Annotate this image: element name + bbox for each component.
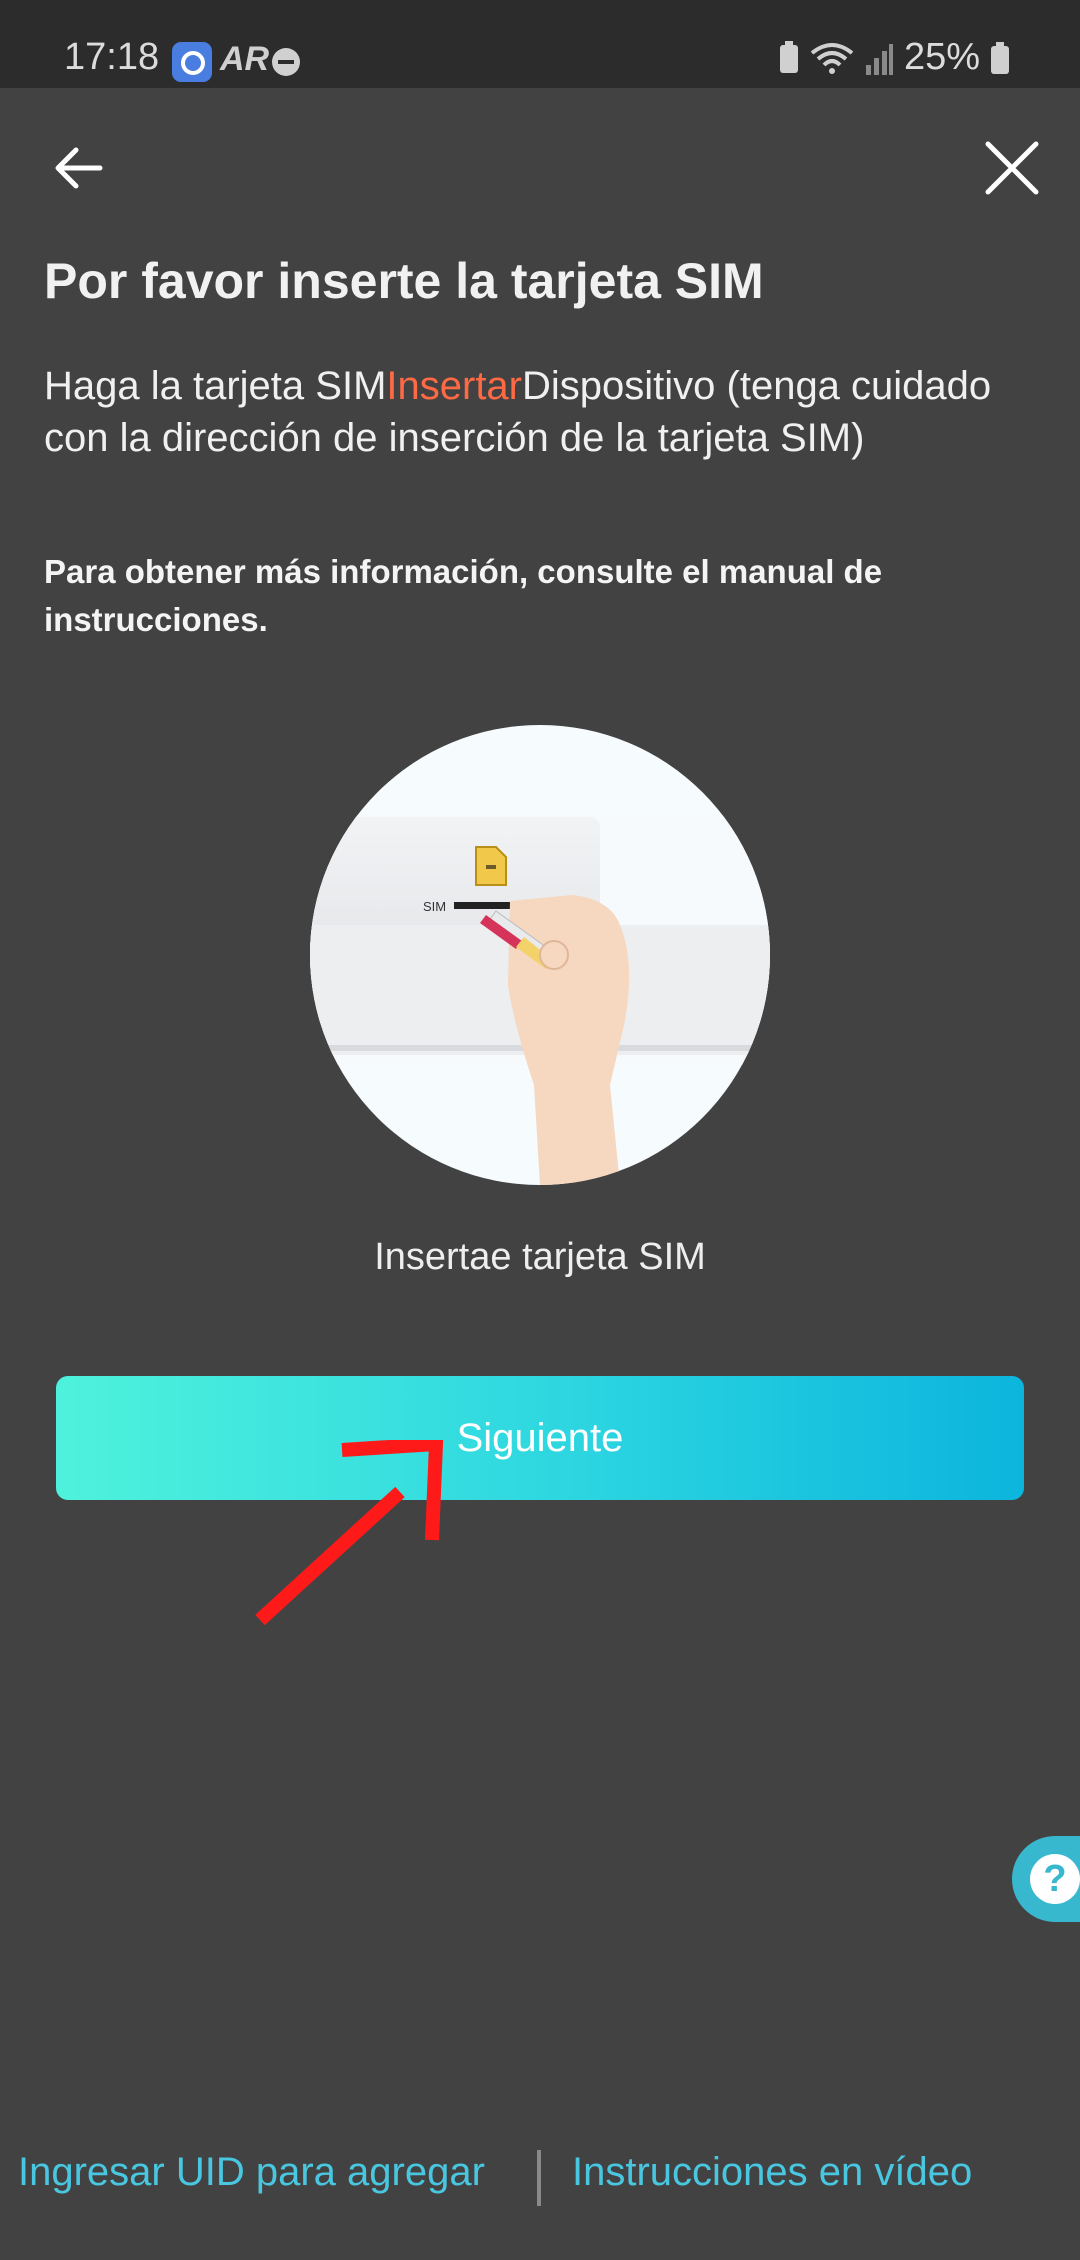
footer-divider [537, 2150, 541, 2206]
sim-insert-illustration: SIM [310, 725, 770, 1185]
ar-notification-icon: AR [220, 40, 270, 78]
sim-insert-screen: 17:18 AR 25% Por favor inserte la tarjet… [0, 0, 1080, 2260]
question-icon: ? [1030, 1854, 1080, 1904]
illustration-caption: Insertae tarjeta SIM [374, 1236, 706, 1278]
instruction-highlight: Insertar [386, 364, 522, 408]
red-arrow-annotation [255, 1440, 444, 1626]
battery-icon [991, 41, 1009, 74]
instruction-prefix: Haga la tarjeta SIM [44, 364, 387, 408]
footer-links: Ingresar UID para agregar Instrucciones … [0, 2150, 1080, 2220]
signal-icon [865, 43, 893, 75]
next-button[interactable]: Siguiente [56, 1376, 1024, 1500]
app-notification-icon [172, 42, 212, 82]
arrow-left-icon[interactable] [50, 140, 106, 196]
enter-uid-link[interactable]: Ingresar UID para agregar [18, 2150, 485, 2195]
illustration-sim-label: SIM [423, 899, 446, 914]
wifi-icon [810, 42, 854, 74]
status-right-group: 25% [778, 36, 1010, 79]
battery-saver-icon [779, 40, 798, 73]
status-bar: 17:18 AR 25% [0, 0, 1080, 88]
page-title: Por favor inserte la tarjeta SIM [44, 253, 764, 309]
close-icon[interactable] [982, 138, 1042, 198]
battery-percentage: 25% [903, 36, 980, 78]
help-button[interactable]: ? [1012, 1836, 1080, 1922]
manual-note: Para obtener más información, consulte e… [44, 553, 883, 638]
status-time: 17:18 [64, 36, 160, 78]
do-not-disturb-icon [272, 48, 300, 76]
video-instructions-link[interactable]: Instrucciones en vídeo [572, 2150, 972, 2195]
instruction-text: Haga la tarjeta SIMInsertarDispositivo (… [44, 360, 1024, 464]
